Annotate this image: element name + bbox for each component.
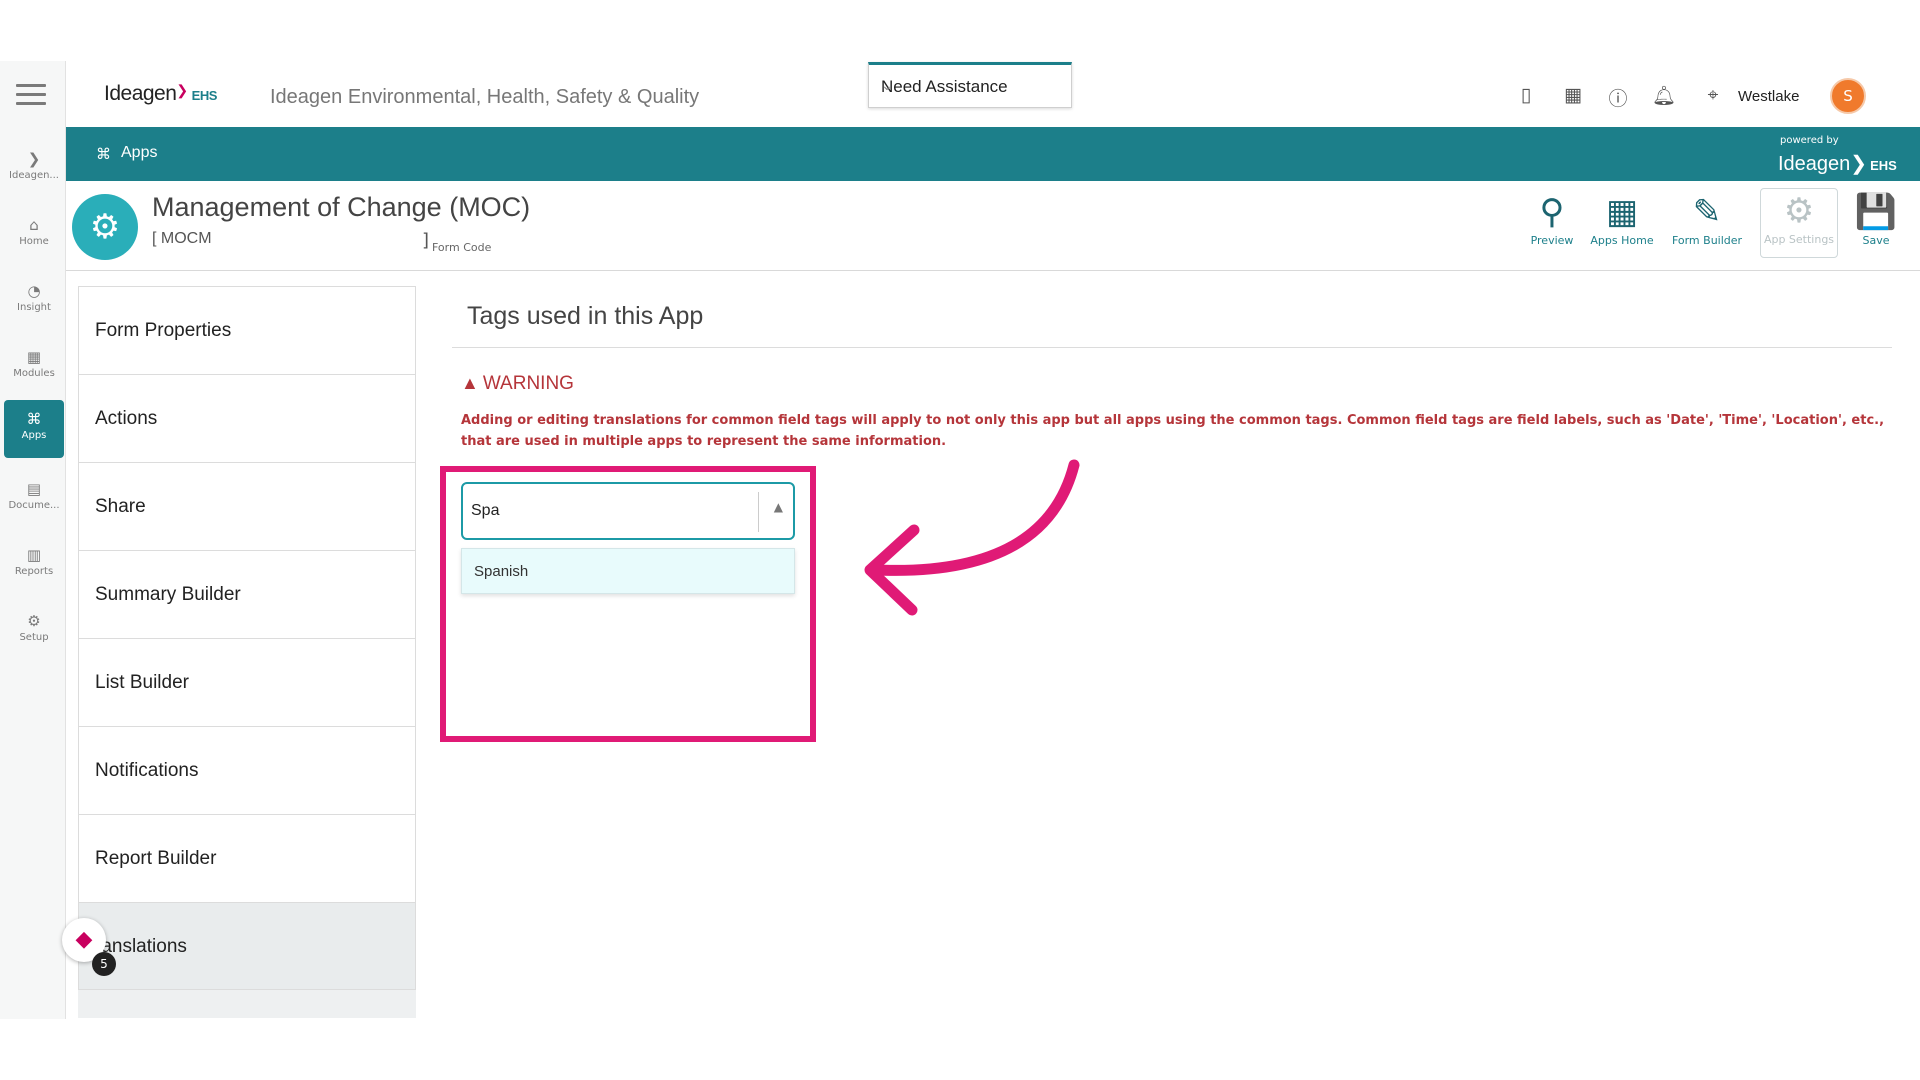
form-code-value: [ MOCM: [152, 230, 212, 247]
need-assistance-dropdown[interactable]: Need Assistance ⌄: [868, 62, 1072, 108]
warning-triangle-icon: ▲: [461, 373, 479, 393]
calendar-icon[interactable]: ▦: [1560, 84, 1586, 106]
gear-icon: ⚙: [1783, 191, 1815, 231]
chevron-down-icon: ⌄: [881, 77, 893, 93]
save-icon: 💾: [1854, 192, 1898, 232]
gear-icon: ⚙: [27, 612, 41, 630]
grid-icon: ▦: [26, 348, 42, 366]
menu-item-list-builder[interactable]: List Builder: [78, 638, 416, 726]
section-divider: [452, 347, 1892, 348]
location-pin-icon[interactable]: ⌖: [1700, 84, 1726, 106]
save-button[interactable]: 💾 Save: [1836, 190, 1916, 247]
user-location-name[interactable]: Westlake: [1738, 88, 1799, 105]
apps-home-button[interactable]: ▦ Apps Home: [1580, 190, 1664, 247]
rail-item-label: Modules: [13, 368, 55, 379]
page-title: Management of Change (MOC): [152, 192, 531, 222]
help-count-badge: 5: [92, 952, 116, 976]
hamburger-menu-icon[interactable]: [16, 84, 46, 106]
mobile-icon[interactable]: ▯: [1513, 84, 1539, 106]
powered-by-logo: Ideagen❯ EHS: [1778, 153, 1897, 175]
rail-item-label: Setup: [19, 632, 49, 643]
help-icon[interactable]: ⓘ: [1605, 84, 1631, 111]
menu-item-form-properties[interactable]: Form Properties: [78, 286, 416, 374]
language-select[interactable]: ▲: [461, 482, 795, 540]
form-builder-icon: ✎: [1692, 192, 1722, 232]
ideagen-logo[interactable]: Ideagen❯ EHS: [104, 82, 217, 106]
language-dropdown: Spanish: [461, 548, 795, 594]
apps-icon: ⌘: [26, 410, 42, 428]
rail-item-insight[interactable]: ◔ Insight: [4, 272, 64, 330]
language-search-input[interactable]: [471, 498, 751, 524]
rail-item-documents[interactable]: ▤ Docume...: [4, 470, 64, 528]
rail-item-ideagen[interactable]: ❯ Ideagen...: [4, 140, 64, 198]
bell-icon[interactable]: 🔔︎: [1651, 84, 1677, 107]
pie-chart-icon: ◔: [27, 282, 41, 300]
rail-item-home[interactable]: ⌂ Home: [4, 206, 64, 264]
form-code-label: Form Code: [432, 241, 492, 254]
dropdown-option-spanish[interactable]: Spanish: [474, 563, 528, 580]
section-title: Tags used in this App: [467, 302, 704, 330]
rail-item-label: Home: [19, 236, 49, 247]
rail-item-reports[interactable]: ▥ Reports: [4, 536, 64, 594]
app-settings-button[interactable]: ⚙ App Settings: [1760, 188, 1838, 258]
apps-home-icon: ▦: [1605, 192, 1639, 232]
rail-item-label: Apps: [21, 430, 47, 441]
powered-by-label: powered by: [1780, 135, 1839, 146]
rail-item-label: Reports: [14, 566, 54, 577]
warning-message: Adding or editing translations for commo…: [461, 413, 1885, 449]
menu-item-actions[interactable]: Actions: [78, 374, 416, 462]
apps-icon: ⌘: [96, 145, 111, 163]
warning-heading: ▲ WARNING: [461, 373, 574, 394]
menu-item-report-builder[interactable]: Report Builder: [78, 814, 416, 902]
rail-item-label: Ideagen...: [9, 170, 59, 181]
rail-item-label: Docume...: [8, 500, 60, 511]
form-code-bracket: ]: [422, 230, 430, 251]
menu-item-summary-builder[interactable]: Summary Builder: [78, 550, 416, 638]
document-icon: ▤: [26, 480, 42, 498]
logo-spark-icon: ❯: [176, 82, 188, 98]
form-builder-button[interactable]: ✎ Form Builder: [1665, 190, 1749, 247]
rail-item-modules[interactable]: ▦ Modules: [4, 338, 64, 396]
breadcrumb-bar: ⌘ Apps powered by Ideagen❯ EHS: [66, 127, 1920, 181]
callout-arrow-icon: [864, 459, 1080, 616]
app-gears-icon: ⚙: [72, 194, 138, 260]
rail-item-label: Insight: [17, 302, 51, 313]
menu-footer: [78, 990, 416, 1018]
product-title: Ideagen Environmental, Health, Safety & …: [270, 86, 700, 108]
rail-item-setup[interactable]: ⚙ Setup: [4, 602, 64, 660]
bar-chart-icon: ▥: [26, 546, 42, 564]
breadcrumb[interactable]: Apps: [121, 144, 157, 162]
menu-item-translations[interactable]: ranslations: [78, 902, 416, 990]
menu-item-share[interactable]: Share: [78, 462, 416, 550]
ideagen-icon: ❯: [27, 150, 41, 168]
caret-up-icon[interactable]: ▲: [774, 500, 783, 514]
rail-item-apps[interactable]: ⌘ Apps: [4, 400, 64, 458]
app-settings-menu: Form Properties Actions Share Summary Bu…: [78, 286, 416, 990]
menu-item-notifications[interactable]: Notifications: [78, 726, 416, 814]
avatar[interactable]: S: [1830, 78, 1866, 114]
select-divider: [758, 492, 759, 532]
home-icon: ⌂: [29, 216, 39, 234]
